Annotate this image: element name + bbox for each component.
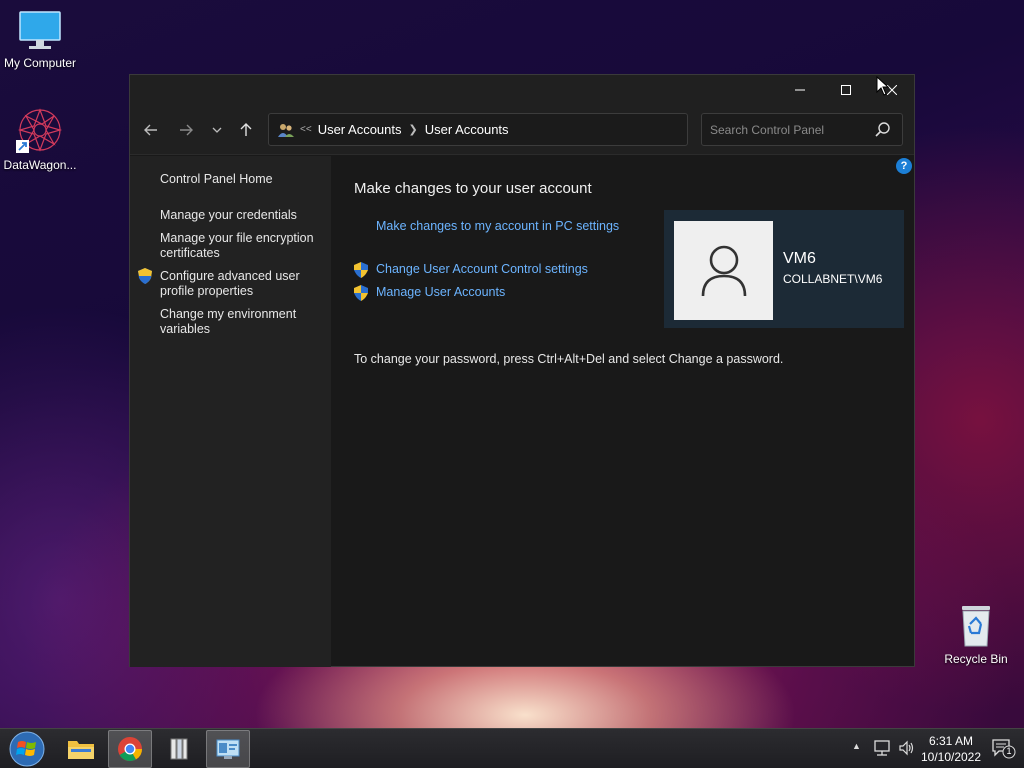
minimize-icon: [795, 89, 805, 91]
user-icon: [701, 245, 746, 296]
desktop-icon-datawagon[interactable]: DataWagon...: [0, 106, 80, 172]
desktop-icon-label: Recycle Bin: [944, 652, 1008, 666]
notification-count: 1: [1006, 746, 1012, 756]
address-overflow[interactable]: <<: [300, 124, 312, 135]
arrow-left-icon: [144, 124, 157, 136]
folder-icon: [68, 741, 94, 759]
desktop-icon-my-computer[interactable]: My Computer: [0, 8, 80, 70]
taskbar-file-explorer[interactable]: [59, 730, 103, 768]
start-button[interactable]: [7, 730, 47, 768]
main-content: Make changes to your user account Make c…: [331, 156, 915, 667]
navigation-bar: << User Accounts ❯ User Accounts: [130, 105, 914, 155]
network-icon[interactable]: [873, 739, 891, 757]
recycle-bin-icon: [962, 606, 990, 647]
sidebar-item-environment-variables[interactable]: Change my environment variables: [160, 307, 325, 337]
sidebar-item-file-encryption[interactable]: Manage your file encryption certificates: [160, 231, 325, 261]
user-domain: COLLABNET\VM6: [783, 272, 883, 286]
desktop-icon-label: My Computer: [3, 56, 77, 70]
back-button[interactable]: [137, 117, 165, 143]
taskbar: ▲ 6:31 AM 10/10/2022 1: [0, 728, 1024, 768]
address-bar[interactable]: << User Accounts ❯ User Accounts: [268, 113, 815, 146]
clock[interactable]: 6:31 AM 10/10/2022: [918, 733, 984, 765]
maximize-icon: [841, 85, 851, 95]
search-input[interactable]: [702, 114, 872, 145]
book-icon: [170, 738, 188, 760]
windows-start-icon: [9, 731, 45, 767]
title-bar: [130, 75, 914, 105]
uac-shield-icon: [354, 285, 368, 301]
user-accounts-icon: [278, 123, 294, 137]
uac-shield-icon: [354, 262, 368, 278]
uac-settings-link[interactable]: Change User Account Control settings: [376, 262, 588, 276]
sidebar-item-manage-credentials[interactable]: Manage your credentials: [160, 208, 325, 223]
monitor-icon: [19, 11, 61, 49]
password-note: To change your password, press Ctrl+Alt+…: [354, 352, 784, 366]
chrome-icon: [118, 737, 142, 762]
uac-shield-icon: [138, 268, 152, 284]
maximize-button[interactable]: [823, 75, 869, 105]
action-center-button[interactable]: 1: [992, 739, 1016, 762]
forward-button[interactable]: [172, 117, 200, 143]
taskbar-control-panel[interactable]: [206, 730, 250, 768]
chevron-down-icon: [212, 127, 222, 133]
notification-icon: [992, 739, 1016, 759]
volume-icon[interactable]: [898, 739, 916, 757]
arrow-right-icon: [180, 124, 193, 136]
user-accounts-window: << User Accounts ❯ User Accounts ? C: [129, 74, 915, 667]
up-button[interactable]: [232, 117, 260, 143]
page-title: Make changes to your user account: [354, 180, 592, 197]
desktop-icon-recycle-bin[interactable]: Recycle Bin: [936, 602, 1016, 666]
breadcrumb-item[interactable]: User Accounts: [425, 122, 509, 137]
show-hidden-icons-button[interactable]: ▲: [852, 741, 861, 751]
search-icon[interactable]: [874, 121, 892, 139]
breadcrumb-separator-icon: ❯: [408, 124, 418, 136]
user-name: VM6: [783, 250, 816, 267]
minimize-button[interactable]: [777, 75, 823, 105]
clock-time: 6:31 AM: [928, 734, 974, 748]
sidebar-item-advanced-profile[interactable]: Configure advanced user profile properti…: [160, 269, 325, 299]
breadcrumb-item[interactable]: User Accounts: [318, 122, 402, 137]
control-panel-icon: [216, 739, 240, 759]
pc-settings-link[interactable]: Make changes to my account in PC setting…: [376, 219, 619, 233]
clock-date: 10/10/2022: [920, 750, 982, 764]
datawagon-icon: [16, 108, 63, 153]
user-card: VM6 COLLABNET\VM6: [664, 210, 904, 328]
recent-locations-button[interactable]: [203, 117, 231, 143]
search-box: [701, 113, 903, 146]
sidebar: Control Panel Home Manage your credentia…: [130, 156, 331, 667]
taskbar-archive-app[interactable]: [157, 730, 201, 768]
mouse-cursor-icon: [876, 76, 890, 96]
taskbar-chrome[interactable]: [108, 730, 152, 768]
manage-user-accounts-link[interactable]: Manage User Accounts: [376, 285, 505, 299]
avatar: [674, 221, 773, 320]
arrow-up-icon: [240, 123, 252, 136]
sidebar-item-control-panel-home[interactable]: Control Panel Home: [160, 172, 325, 187]
desktop-icon-label: DataWagon...: [3, 158, 77, 172]
